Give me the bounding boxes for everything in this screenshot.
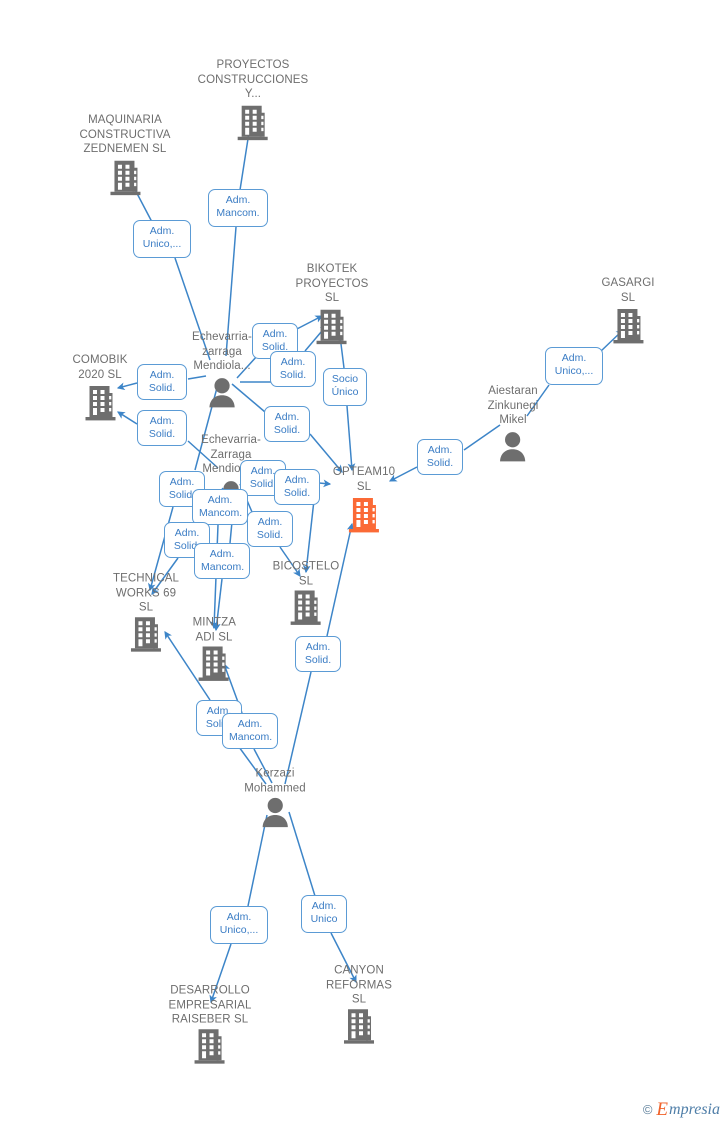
relation-label-r09[interactable]: Adm. Solid. bbox=[264, 406, 310, 442]
brand-name: mpresia bbox=[669, 1100, 720, 1118]
node-label-gasargi: GASARGI SL bbox=[601, 277, 655, 304]
company-building-icon-maquinaria[interactable] bbox=[108, 158, 142, 201]
node-label-echevarria1: Echevarria- zarraga Mendiola... bbox=[192, 330, 252, 372]
company-building-icon-proyectos[interactable] bbox=[236, 103, 270, 146]
company-building-icon-opteam10[interactable] bbox=[347, 496, 381, 539]
relation-label-r05[interactable]: Socio Único bbox=[323, 368, 367, 406]
node-label-bikotek: BIKOTEK PROYECTOS SL bbox=[295, 262, 369, 304]
relation-label-r04[interactable]: Adm. Solid. bbox=[270, 351, 316, 387]
node-label-aiestaran: Aiestaran Zinkunegi Mikel bbox=[487, 384, 539, 426]
company-building-icon-desarrollo[interactable] bbox=[193, 1027, 227, 1070]
person-icon-aiestaran[interactable] bbox=[497, 429, 529, 468]
node-label-comobik: COMOBIK 2020 SL bbox=[72, 354, 128, 381]
person-icon-echevarria1[interactable] bbox=[206, 375, 238, 414]
node-label-canyon: CANYON REFORMAS SL bbox=[326, 964, 392, 1006]
node-label-technical: TECHNICAL WORKS 69 SL bbox=[112, 572, 180, 614]
relation-label-r22[interactable]: Adm. Unico bbox=[301, 895, 347, 933]
relation-label-r18[interactable]: Adm. Solid. bbox=[295, 636, 341, 672]
node-label-proyectos: PROYECTOS CONSTRUCCIONES Y... bbox=[197, 58, 309, 100]
brand-initial: E bbox=[656, 1099, 669, 1120]
company-building-icon-technical[interactable] bbox=[129, 615, 163, 658]
relation-label-r01[interactable]: Adm. Mancom. bbox=[208, 189, 268, 227]
relation-label-r17[interactable]: Adm. Mancom. bbox=[194, 543, 250, 579]
relation-label-r20[interactable]: Adm. Mancom. bbox=[222, 713, 278, 749]
company-building-icon-bicostelo[interactable] bbox=[289, 589, 323, 632]
graph-canvas[interactable]: MAQUINARIA CONSTRUCTIVA ZEDNEMEN SL PROYE… bbox=[0, 0, 728, 1125]
relation-label-r21[interactable]: Adm. Unico,... bbox=[210, 906, 268, 944]
relation-label-r07[interactable]: Adm. Solid. bbox=[137, 364, 187, 400]
relation-label-r15[interactable]: Adm. Solid. bbox=[247, 511, 293, 547]
empresia-watermark: © E mpresia bbox=[643, 1100, 720, 1119]
person-icon-kerzazi[interactable] bbox=[259, 796, 291, 835]
node-label-opteam10: OPTEAM10 SL bbox=[332, 466, 396, 493]
relation-label-r13[interactable]: Adm. Solid. bbox=[274, 469, 320, 505]
company-building-icon-bikotek[interactable] bbox=[315, 307, 349, 350]
company-building-icon-mintza[interactable] bbox=[197, 645, 231, 688]
node-label-desarrollo: DESARROLLO EMPRESARIAL RAISEBER SL bbox=[168, 984, 252, 1026]
relation-label-r06[interactable]: Adm. Unico,... bbox=[545, 347, 603, 385]
relation-label-r02[interactable]: Adm. Unico,... bbox=[133, 220, 191, 258]
company-building-icon-comobik[interactable] bbox=[83, 384, 117, 427]
relation-label-r08[interactable]: Adm. Solid. bbox=[137, 410, 187, 446]
relation-label-r10[interactable]: Adm. Solid. bbox=[417, 439, 463, 475]
node-label-bicostelo: BICOSTELO SL bbox=[272, 560, 340, 588]
node-label-maquinaria: MAQUINARIA CONSTRUCTIVA ZEDNEMEN SL bbox=[79, 113, 171, 155]
company-building-icon-gasargi[interactable] bbox=[611, 307, 645, 350]
node-label-kerzazi: Kerzazi Mohammed bbox=[244, 767, 306, 795]
company-building-icon-canyon[interactable] bbox=[342, 1007, 376, 1050]
node-label-mintza: MINTZA ADI SL bbox=[192, 616, 237, 644]
relation-label-r14[interactable]: Adm. Mancom. bbox=[192, 489, 248, 525]
copyright-symbol: © bbox=[642, 1102, 653, 1117]
